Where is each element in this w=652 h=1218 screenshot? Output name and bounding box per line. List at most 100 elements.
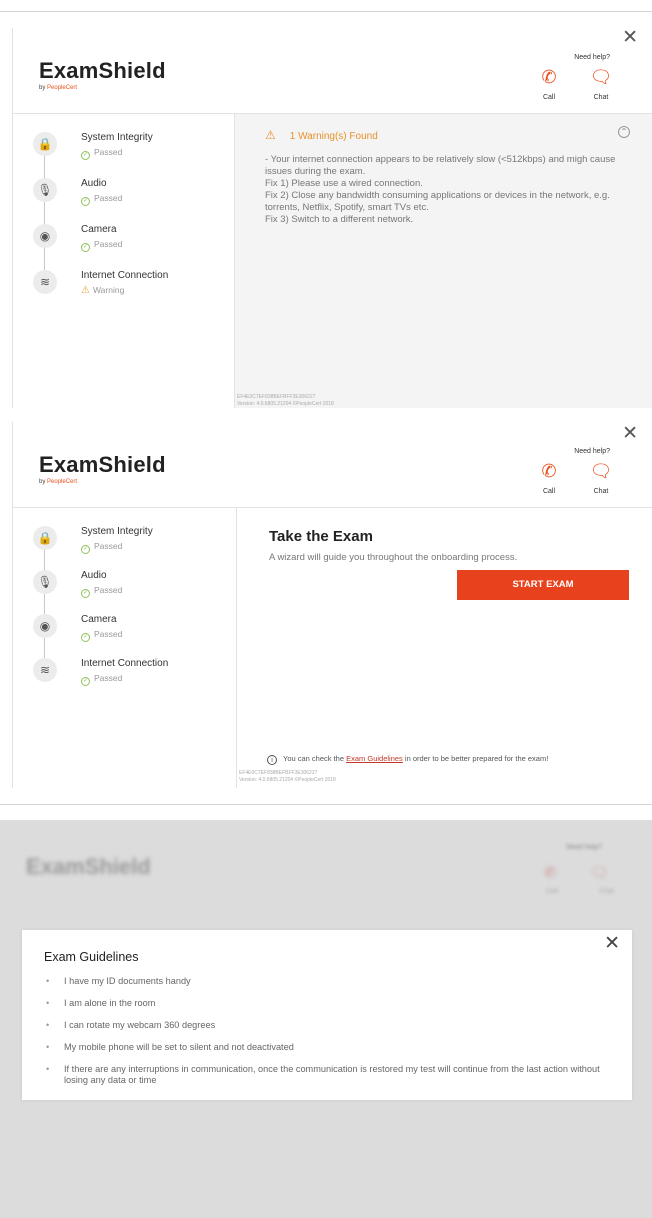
check-status: ✓ Passed — [81, 585, 123, 598]
checks-sidebar: 🔒 System Integrity ✓ Passed 🎙 Audio ✓ Pass… — [13, 114, 235, 408]
check-status: ✓ Passed — [81, 673, 123, 686]
app-logo: ExamShield — [39, 58, 166, 83]
check-status: ✓ Passed — [81, 147, 123, 160]
guideline-item: I can rotate my webcam 360 degrees — [44, 1020, 604, 1031]
blurred-chat-label: Chat — [599, 888, 614, 895]
check-name: Audio — [81, 178, 107, 189]
logo-byline: by PeopleCert — [39, 85, 78, 91]
check-name: Internet Connection — [81, 270, 169, 281]
exam-guidelines-dialog: Exam Guidelines ✕ I have my ID documents… — [22, 930, 632, 1100]
microphone-icon: 🎙 — [33, 570, 57, 594]
need-help-label: Need help? — [574, 54, 610, 61]
logo-byline: by PeopleCert — [39, 479, 78, 485]
call-button[interactable]: ✆ Call — [534, 462, 564, 496]
check-circle-icon: ✓ — [81, 243, 90, 252]
chat-bubble-icon: 🗨 — [589, 461, 613, 482]
take-exam-description: A wizard will guide you throughout the o… — [269, 552, 518, 563]
phone-icon: ✆ — [541, 67, 557, 88]
warning-line: Fix 1) Please use a wired connection. — [265, 178, 423, 189]
examshield-window-warning: ✕ ExamShield by PeopleCert Need help? ✆ … — [12, 28, 652, 408]
warning-panel: ⚠ 1 Warning(s) Found ⌃ - Your internet co… — [235, 114, 652, 408]
guideline-item: I am alone in the room — [44, 998, 604, 1009]
guideline-item: I have my ID documents handy — [44, 976, 604, 987]
warning-line: - Your internet connection appears to be… — [265, 154, 616, 177]
check-status: ⚠ Warning — [81, 285, 125, 296]
check-circle-icon: ✓ — [81, 545, 90, 554]
check-status: ✓ Passed — [81, 541, 123, 554]
wifi-icon: ≋ — [33, 658, 57, 682]
checks-sidebar: 🔒 System Integrity ✓ Passed 🎙 Audio ✓ Pass… — [13, 508, 237, 788]
check-name: System Integrity — [81, 132, 153, 143]
warning-title: ⚠ 1 Warning(s) Found — [265, 128, 378, 142]
check-circle-icon: ✓ — [81, 589, 90, 598]
take-exam-title: Take the Exam — [269, 528, 373, 545]
version-footer: EF4E0C7EF838BEFBFF3E306227 Version: 4.0.6… — [239, 770, 336, 783]
check-circle-icon: ✓ — [81, 633, 90, 642]
webcam-icon: ◉ — [33, 614, 57, 638]
guideline-item: If there are any interruptions in commun… — [44, 1064, 604, 1086]
warning-icon: ⚠ — [81, 285, 90, 296]
blurred-logo: ExamShield — [26, 854, 151, 879]
dialog-title: Exam Guidelines — [44, 950, 139, 964]
call-label: Call — [542, 488, 556, 495]
check-circle-icon: ✓ — [81, 197, 90, 206]
start-exam-button[interactable]: START EXAM — [457, 570, 629, 600]
chat-bubble-icon: 🗨 — [589, 67, 613, 88]
check-audio: 🎙 Audio ✓ Passed — [33, 570, 233, 610]
check-camera: ◉ Camera ✓ Passed — [33, 224, 233, 264]
blurred-need-help: Need help? — [566, 844, 602, 851]
check-status: ✓ Passed — [81, 239, 123, 252]
warning-triangle-icon: ⚠ — [265, 128, 276, 142]
lock-icon: 🔒 — [33, 526, 57, 550]
lock-icon: 🔒 — [33, 132, 57, 156]
check-internet: ≋ Internet Connection ⚠ Warning — [33, 270, 233, 310]
check-circle-icon: ✓ — [81, 677, 90, 686]
wifi-icon: ≋ — [33, 270, 57, 294]
check-name: Camera — [81, 614, 117, 625]
app-header: ExamShield by PeopleCert Need help? ✆ Ca… — [13, 28, 652, 114]
warning-line: Fix 3) Switch to a different network. — [265, 214, 414, 225]
blurred-phone-icon: ✆ — [544, 864, 556, 880]
guidelines-note: i You can check the Exam Guidelines in or… — [267, 754, 548, 765]
need-help-label: Need help? — [574, 448, 610, 455]
check-camera: ◉ Camera ✓ Passed — [33, 614, 233, 654]
check-name: System Integrity — [81, 526, 153, 537]
app-header: ExamShield by PeopleCert Need help? ✆ Ca… — [13, 422, 652, 508]
chat-button[interactable]: 🗨 Chat — [586, 461, 616, 496]
top-divider — [0, 11, 652, 12]
check-audio: 🎙 Audio ✓ Passed — [33, 178, 233, 218]
blurred-call-label: Call — [545, 888, 558, 895]
blurred-chat-icon: 🗨 — [590, 864, 608, 880]
check-status: ✓ Passed — [81, 629, 123, 642]
check-name: Internet Connection — [81, 658, 169, 669]
check-name: Audio — [81, 570, 107, 581]
exam-guidelines-link[interactable]: Exam Guidelines — [346, 754, 403, 763]
check-circle-icon: ✓ — [81, 151, 90, 160]
guideline-item: My mobile phone will be set to silent an… — [44, 1042, 604, 1053]
microphone-icon: 🎙 — [33, 178, 57, 202]
check-system-integrity: 🔒 System Integrity ✓ Passed — [33, 132, 233, 172]
check-status: ✓ Passed — [81, 193, 123, 206]
chat-label: Chat — [593, 488, 609, 495]
chat-label: Chat — [593, 94, 609, 101]
version-footer: EF4E0C7EF838BEFBFF3E306227 Version: 4.0.6… — [237, 394, 334, 407]
chat-button[interactable]: 🗨 Chat — [586, 67, 616, 102]
info-icon: i — [267, 755, 277, 765]
close-icon[interactable]: ✕ — [604, 932, 620, 954]
call-label: Call — [542, 94, 556, 101]
call-button[interactable]: ✆ Call — [534, 67, 564, 102]
warning-line: Fix 2) Close any bandwidth consuming app… — [265, 190, 610, 213]
examshield-window-ready: ✕ ExamShield by PeopleCert Need help? ✆ … — [12, 422, 652, 788]
divider — [0, 804, 652, 805]
guidelines-overlay: ExamShield Need help? ✆ 🗨 Call Chat Exam… — [0, 820, 652, 1218]
check-system-integrity: 🔒 System Integrity ✓ Passed — [33, 526, 233, 566]
warning-details: - Your internet connection appears to be… — [265, 154, 625, 226]
collapse-icon[interactable]: ⌃ — [618, 126, 630, 138]
check-internet: ≋ Internet Connection ✓ Passed — [33, 658, 233, 698]
webcam-icon: ◉ — [33, 224, 57, 248]
check-name: Camera — [81, 224, 117, 235]
guidelines-list: I have my ID documents handy I am alone … — [44, 976, 604, 1097]
app-logo: ExamShield — [39, 452, 166, 477]
checks-connector — [44, 156, 45, 286]
take-exam-panel: Take the Exam A wizard will guide you th… — [237, 508, 652, 788]
